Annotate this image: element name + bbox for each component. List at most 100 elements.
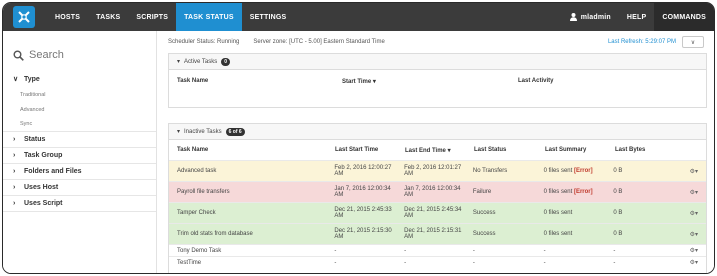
gear-icon[interactable]: ⚙▾ [671,189,706,196]
last-bytes: 0 B [613,210,623,216]
last-status: Success [472,231,496,237]
last-end-time: - [404,247,407,254]
gear-icon[interactable]: ⚙▾ [671,259,706,266]
inactive-tasks-header[interactable]: ▾ Inactive Tasks 6 of 6 [169,124,706,140]
nav-tasks[interactable]: TASKS [88,3,128,31]
col-last-bytes[interactable]: Last Bytes [607,147,673,153]
table-row[interactable]: Advanced task Feb 2, 2016 12:00:27 AM Fe… [169,160,706,181]
nav-settings[interactable]: SETTINGS [242,3,295,31]
last-start-time: Dec 21, 2015 2:45:33 AM [334,207,392,219]
gear-icon[interactable]: ⚙▾ [671,168,706,175]
scheduler-status: Scheduler Status: Running [168,39,240,45]
last-start-time: Jan 7, 2016 12:00:34 AM [334,186,391,198]
filter-item-advanced[interactable]: Advanced [3,102,156,117]
col-last-activity[interactable]: Last Activity [510,78,553,84]
last-start-time: - [334,259,337,266]
nav-commands[interactable]: COMMANDS [654,3,714,31]
col-start-time[interactable]: Start Time ▾ [334,78,510,85]
filter-group-task-group[interactable]: › Task Group [3,148,156,164]
filter-sidebar: Search ∨ Type Traditional Advanced Sync … [3,31,157,273]
table-row[interactable]: Tamper Check Dec 21, 2015 2:45:33 AM Dec… [169,202,706,223]
gear-icon[interactable]: ⚙▾ [671,231,706,238]
search-placeholder: Search [29,49,64,61]
filter-group-label: Status [24,136,46,143]
task-name[interactable]: Payroll file transfers [169,189,326,195]
inactive-tasks-count: 6 of 6 [225,127,245,136]
filter-item-sync[interactable]: Sync [3,117,156,132]
last-start-time: Feb 2, 2016 12:00:27 AM [334,165,392,177]
filter-group-status[interactable]: › Status [3,132,156,148]
col-last-status[interactable]: Last Status [466,147,537,153]
last-bytes: 0 B [613,189,623,195]
last-end-time: Dec 21, 2015 2:45:34 AM [404,207,462,219]
app-logo-icon[interactable] [13,6,35,28]
filter-group-label: Uses Host [24,184,59,191]
last-summary: 0 files sent [Error] [536,168,606,174]
task-name[interactable]: Advanced task [169,168,326,174]
task-name[interactable]: Tony Demo Task [169,248,326,254]
task-name[interactable]: Trim old stats from database [169,231,326,237]
last-bytes: - [613,247,616,254]
inactive-tasks-panel: ▾ Inactive Tasks 6 of 6 Task Name Last S… [168,123,707,273]
chevron-down-icon: ∨ [690,39,696,46]
gear-icon[interactable]: ⚙▾ [671,210,706,217]
filter-group-folders-and-files[interactable]: › Folders and Files [3,164,156,180]
chevron-right-icon: › [13,184,16,191]
summary-text: 0 files sent [543,168,573,174]
filter-group-type[interactable]: ∨ Type [3,71,156,87]
last-end-time: - [404,259,407,266]
collapse-arrow-icon: ▾ [177,129,181,135]
active-tasks-columns: Task Name Start Time ▾ Last Activity [169,70,706,92]
username: mladmin [580,13,611,21]
task-name[interactable]: Tamper Check [169,210,326,216]
user-icon [569,13,577,21]
last-status: - [472,247,475,254]
chevron-right-icon: › [13,152,16,159]
last-end-time: Feb 2, 2016 12:01:27 AM [404,165,462,177]
top-nav: HOSTS TASKS SCRIPTS TASK STATUS SETTINGS… [3,3,714,31]
last-summary: 0 files sent [543,210,573,216]
chevron-right-icon: › [13,200,16,207]
app-window: HOSTS TASKS SCRIPTS TASK STATUS SETTINGS… [2,2,715,274]
col-last-summary[interactable]: Last Summary [537,147,607,153]
col-task-name[interactable]: Task Name [169,147,327,153]
filter-group-uses-script[interactable]: › Uses Script [3,196,156,212]
summary-text: 0 files sent [543,189,573,195]
chevron-right-icon: › [13,136,16,143]
table-row[interactable]: Payroll file transfers Jan 7, 2016 12:00… [169,181,706,202]
col-last-end-time[interactable]: Last End Time ▾ [397,147,466,154]
status-bar: Scheduler Status: Running Server zone: [… [157,31,714,53]
table-row[interactable]: Trim old stats from database Dec 21, 201… [169,223,706,244]
last-start-time: Dec 21, 2015 2:15:30 AM [334,228,392,240]
active-tasks-header[interactable]: ▾ Active Tasks 0 [169,54,706,70]
chevron-down-icon: ∨ [13,76,19,83]
filter-group-label: Type [24,75,40,83]
nav-task-status[interactable]: TASK STATUS [176,3,242,31]
server-zone: Server zone: [UTC - 5.00] Eastern Standa… [253,39,385,45]
error-link[interactable]: [Error] [574,189,593,195]
inactive-tasks-title: Inactive Tasks [184,128,222,135]
last-summary: - [543,259,546,266]
user-menu[interactable]: mladmin [562,3,619,31]
col-last-start-time[interactable]: Last Start Time [327,147,397,153]
refresh-dropdown-button[interactable]: ∨ [682,36,704,48]
col-task-name[interactable]: Task Name [169,78,334,84]
nav-right: mladmin HELP COMMANDS [562,3,714,31]
table-row[interactable]: Tony Demo Task - - - - - ⚙▾ [169,244,706,256]
task-name[interactable]: TestTime [169,260,326,266]
nav-help[interactable]: HELP [619,3,654,31]
nav-scripts[interactable]: SCRIPTS [128,3,176,31]
inactive-tasks-columns: Task Name Last Start Time Last End Time … [169,140,706,160]
filter-item-traditional[interactable]: Traditional [3,87,156,102]
nav-hosts[interactable]: HOSTS [47,3,88,31]
last-refresh-link[interactable]: Last Refresh: 5:29:07 PM [608,39,676,45]
filter-group-label: Task Group [24,152,63,159]
filter-group-uses-host[interactable]: › Uses Host [3,180,156,196]
search-box[interactable]: Search [13,47,156,63]
error-link[interactable]: [Error] [574,168,593,174]
last-status: No Transfers [472,168,508,174]
gear-icon[interactable]: ⚙▾ [671,247,706,254]
collapse-arrow-icon: ▾ [177,59,181,65]
table-row[interactable]: TestTime - - - - - ⚙▾ [169,256,706,268]
active-tasks-panel: ▾ Active Tasks 0 Task Name Start Time ▾ … [168,53,707,108]
